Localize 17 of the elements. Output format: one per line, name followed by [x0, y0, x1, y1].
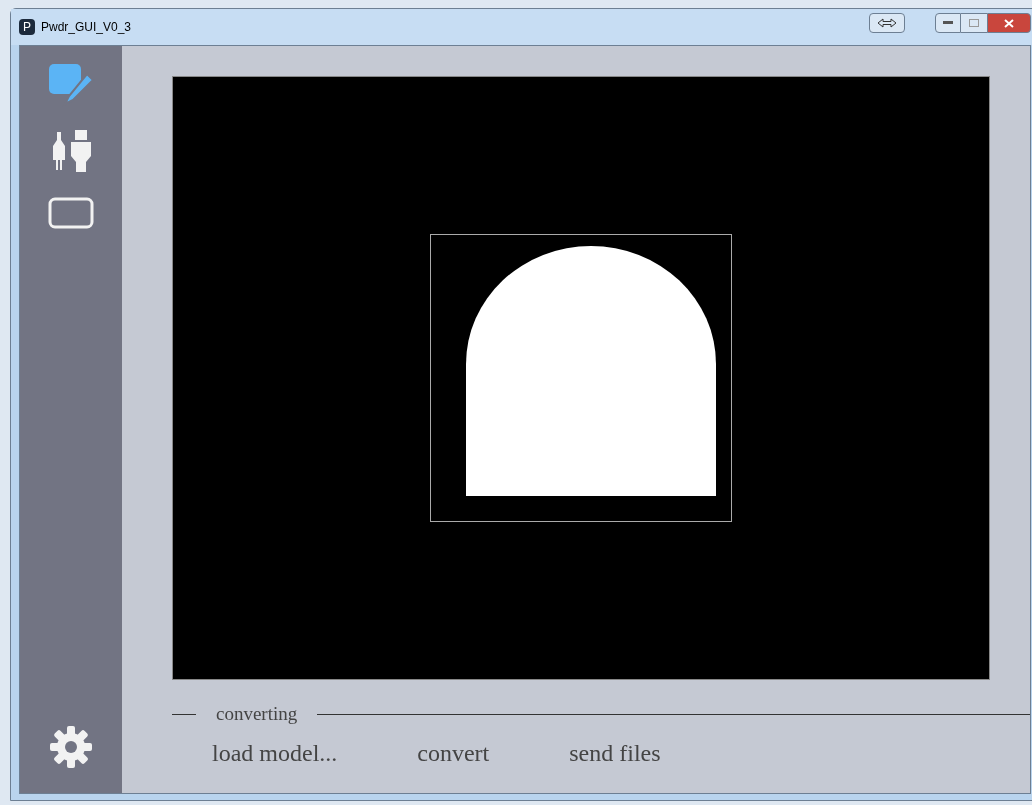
- resize-button[interactable]: [869, 13, 905, 33]
- double-arrow-icon: [877, 18, 897, 28]
- close-icon: [1004, 18, 1014, 28]
- window-title: Pwdr_GUI_V0_3: [41, 19, 132, 36]
- model-viewport[interactable]: [172, 76, 990, 680]
- monitor-icon[interactable]: [47, 196, 95, 232]
- settings-icon[interactable]: [49, 725, 93, 769]
- action-button[interactable]: send files: [569, 734, 661, 771]
- maximize-button[interactable]: [961, 13, 987, 33]
- app-icon: P: [19, 19, 35, 35]
- minimize-button[interactable]: [935, 13, 961, 33]
- action-button[interactable]: convert: [417, 734, 490, 771]
- minimize-icon: [943, 21, 953, 25]
- close-button[interactable]: [987, 13, 1031, 33]
- group-label: converting: [215, 702, 299, 726]
- action-button[interactable]: load model...: [212, 734, 338, 771]
- maximize-icon: [969, 19, 979, 27]
